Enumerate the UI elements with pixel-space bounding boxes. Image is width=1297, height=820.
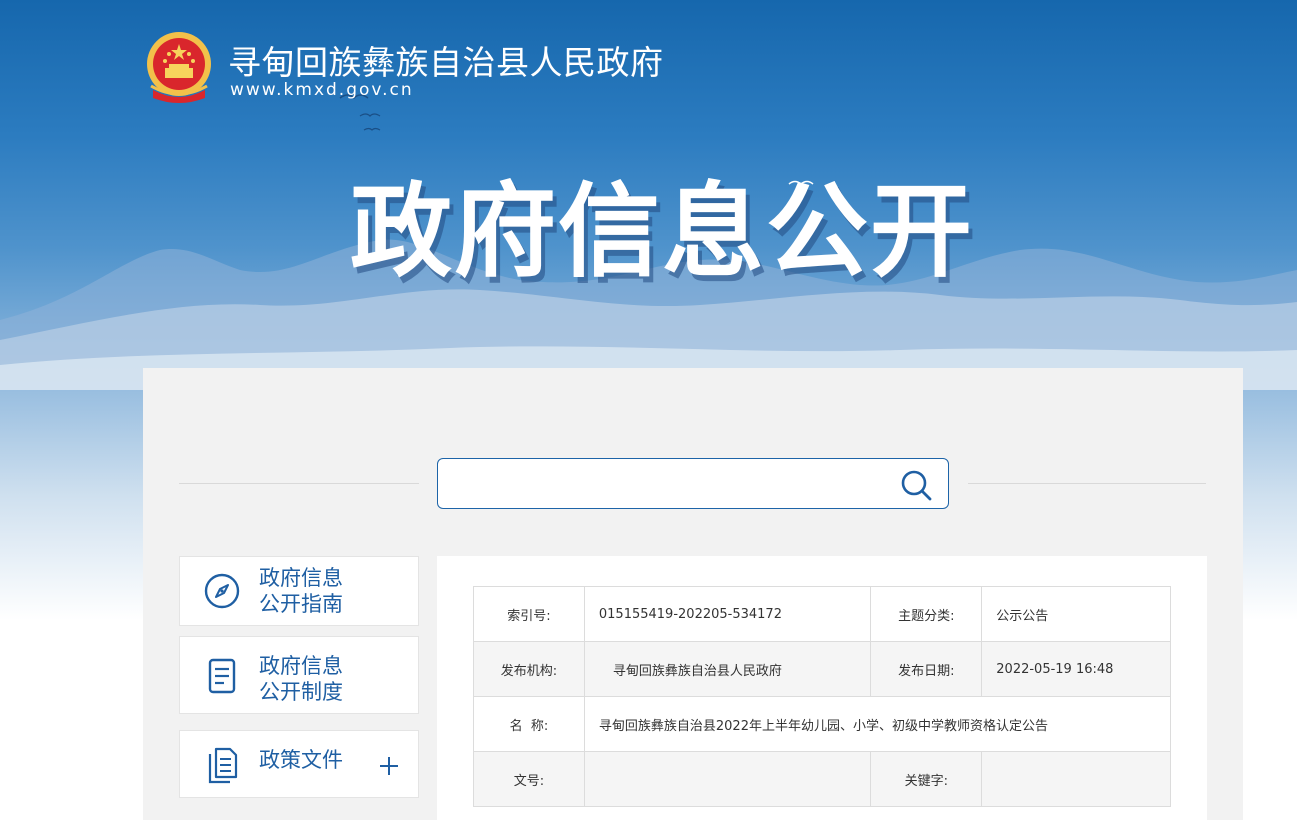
sidebar-item-label: 政策文件 — [259, 748, 343, 772]
sidebar-item-label: 公开制度 — [259, 680, 343, 704]
table-row: 名 称: 寻甸回族彝族自治县2022年上半年幼儿园、小学、初级中学教师资格认定公… — [473, 696, 1172, 752]
index-number-label: 索引号: — [473, 586, 585, 642]
document-meta-table: 索引号: 015155419-202205-534172 主题分类: 公示公告 … — [473, 586, 1172, 807]
keywords-label: 关键字: — [870, 751, 983, 807]
title-label: 名 称: — [473, 696, 585, 752]
publish-date-label: 发布日期: — [870, 641, 983, 697]
compass-icon — [204, 573, 240, 609]
topic-value: 公示公告 — [981, 586, 1171, 642]
publish-date-value: 2022-05-19 16:48 — [981, 641, 1171, 697]
sidebar-item-guide[interactable]: 政府信息 公开指南 — [179, 556, 419, 626]
banner-title: 政府信息公开 — [350, 173, 974, 292]
national-emblem-icon — [147, 32, 211, 103]
keywords-value — [981, 751, 1171, 807]
sidebar-item-policy-files[interactable]: 政策文件 — [179, 730, 419, 798]
sidebar-item-label: 政府信息 — [259, 654, 343, 678]
title-value: 寻甸回族彝族自治县2022年上半年幼儿园、小学、初级中学教师资格认定公告 — [583, 696, 1172, 752]
index-number-value: 015155419-202205-534172 — [583, 586, 872, 642]
doc-number-value — [583, 751, 872, 807]
topic-label: 主题分类: — [870, 586, 983, 642]
site-name: 寻甸回族彝族自治县人民政府 — [228, 43, 664, 82]
files-icon — [208, 747, 238, 784]
search-input[interactable] — [450, 467, 890, 501]
doc-number-label: 文号: — [473, 751, 585, 807]
sidebar-item-system[interactable]: 政府信息 公开制度 — [179, 636, 419, 714]
search-box — [437, 458, 949, 509]
sidebar-item-label: 政府信息 — [259, 566, 343, 590]
search-icon[interactable] — [898, 467, 934, 503]
sidebar-item-label: 公开指南 — [259, 592, 343, 616]
site-url: www.kmxd.gov.cn — [230, 80, 414, 100]
publisher-label: 发布机构: — [473, 641, 585, 697]
table-row: 文号: 关键字: — [473, 751, 1171, 807]
publisher-value: 寻甸回族彝族自治县人民政府 — [583, 641, 872, 697]
divider — [179, 483, 419, 484]
main-panel: 政府信息 公开指南 政府信息 公开制度 政策文件 索引号: 015155419-… — [143, 368, 1243, 820]
divider — [968, 483, 1206, 484]
document-icon — [208, 658, 236, 694]
table-row: 索引号: 015155419-202205-534172 主题分类: 公示公告 — [473, 586, 1171, 642]
document-info-card: 索引号: 015155419-202205-534172 主题分类: 公示公告 … — [437, 556, 1207, 820]
table-row: 发布机构: 寻甸回族彝族自治县人民政府 发布日期: 2022-05-19 16:… — [473, 641, 1171, 697]
plus-icon[interactable] — [378, 755, 400, 777]
